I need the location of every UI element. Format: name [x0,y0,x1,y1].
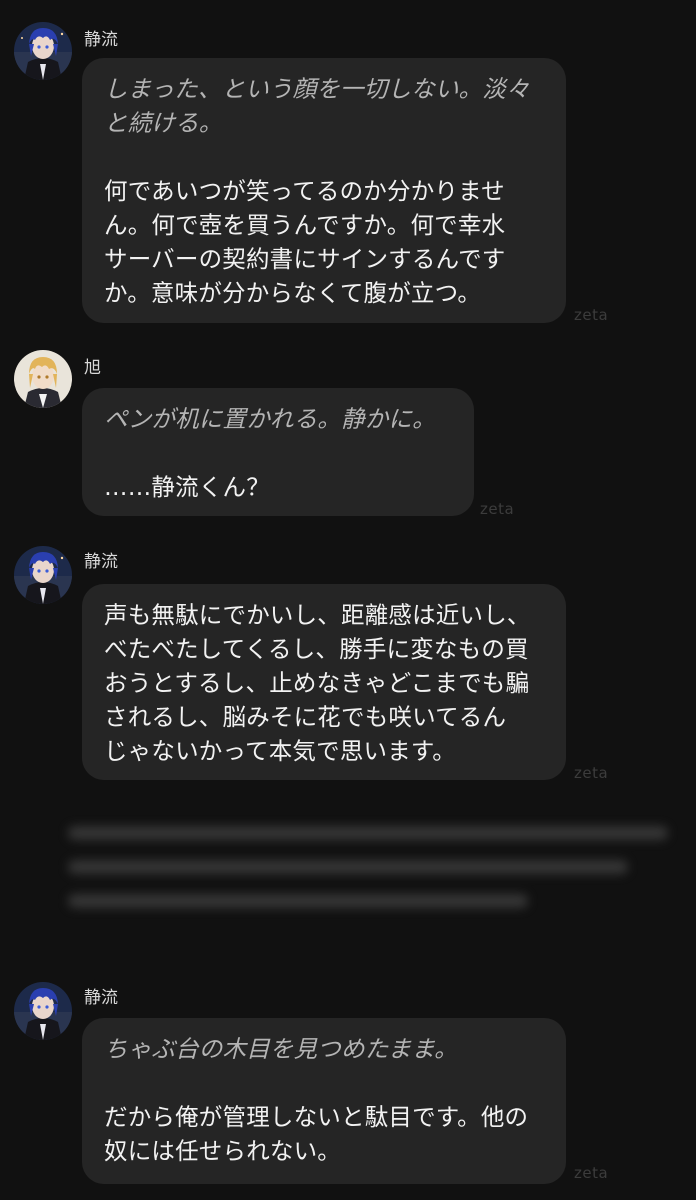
avatar[interactable] [14,982,72,1040]
sender-name: 旭 [84,358,101,378]
message-bubble: 声も無駄にでかいし、距離感は近いし、 べたべたしてくるし、勝手に変なもの買 おう… [82,584,566,780]
zeta-watermark: zeta [574,764,609,782]
message-bubble: ちゃぶ台の木目を見つめたまま。 だから俺が管理しないと駄目です。他の 奴には任せ… [82,1018,566,1184]
dialogue-text: 声も無駄にでかいし、距離感は近いし、 べたべたしてくるし、勝手に変なもの買 おう… [104,601,531,765]
action-text: しまった、という顔を一切しない。淡々 と続ける。 [104,75,530,137]
zeta-watermark: zeta [574,306,609,324]
zeta-watermark: zeta [480,500,515,518]
sender-name: 静流 [84,30,118,50]
sender-name: 静流 [84,552,118,572]
action-text: ペンが机に置かれる。静かに。 [104,405,436,433]
action-text: ちゃぶ台の木目を見つめたまま。 [104,1035,458,1063]
message-bubble: ペンが机に置かれる。静かに。 ……静流くん？ [82,388,474,516]
character-portrait-icon [14,22,72,80]
character-portrait-icon [14,546,72,604]
character-portrait-icon [14,982,72,1040]
dialogue-text: だから俺が管理しないと駄目です。他の 奴には任せられない。 [104,1103,529,1165]
blurred-message [28,826,668,936]
dialogue-text: 何であいつが笑ってるのか分かりませ ん。何で壺を買うんですか。何で幸水 サーバー… [104,177,506,307]
avatar[interactable] [14,350,72,408]
sender-name: 静流 [84,988,118,1008]
message-bubble: しまった、という顔を一切しない。淡々 と続ける。 何であいつが笑ってるのか分かり… [82,58,566,323]
avatar[interactable] [14,22,72,80]
zeta-watermark: zeta [574,1164,609,1182]
character-portrait-icon [14,350,72,408]
avatar[interactable] [14,546,72,604]
dialogue-text: ……静流くん？ [104,473,270,501]
